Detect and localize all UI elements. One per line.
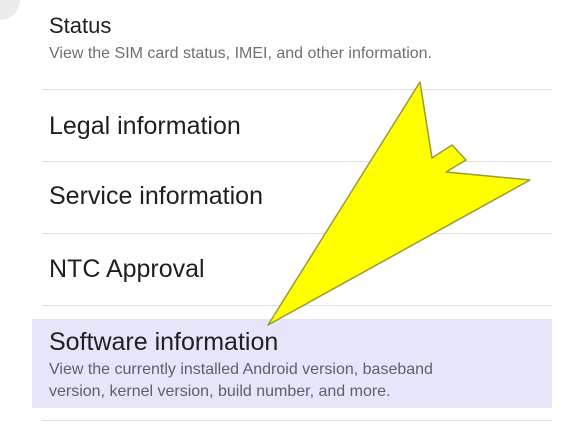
- settings-item-subtitle-line2: version, kernel version, build number, a…: [49, 383, 391, 400]
- divider: [42, 233, 552, 234]
- settings-list: Status View the SIM card status, IMEI, a…: [0, 0, 577, 424]
- settings-item-subtitle: View the SIM card status, IMEI, and othe…: [49, 45, 432, 62]
- settings-item-ntc-approval[interactable]: NTC Approval: [32, 254, 552, 284]
- settings-item-title: NTC Approval: [49, 255, 205, 283]
- settings-item-title: Service information: [49, 182, 263, 210]
- divider: [42, 420, 552, 421]
- settings-item-title: Status: [49, 13, 112, 38]
- settings-item-title: Legal information: [49, 112, 241, 140]
- divider: [42, 161, 552, 162]
- settings-item-subtitle-line1: View the currently installed Android ver…: [49, 361, 433, 378]
- divider: [42, 305, 552, 306]
- divider: [42, 89, 552, 90]
- settings-item-legal-information[interactable]: Legal information: [32, 111, 552, 141]
- settings-item-service-information[interactable]: Service information: [32, 181, 552, 211]
- settings-item-title: Software information: [49, 328, 279, 356]
- settings-item-software-information[interactable]: Software information View the currently …: [32, 319, 552, 408]
- settings-item-status[interactable]: Status View the SIM card status, IMEI, a…: [32, 11, 552, 65]
